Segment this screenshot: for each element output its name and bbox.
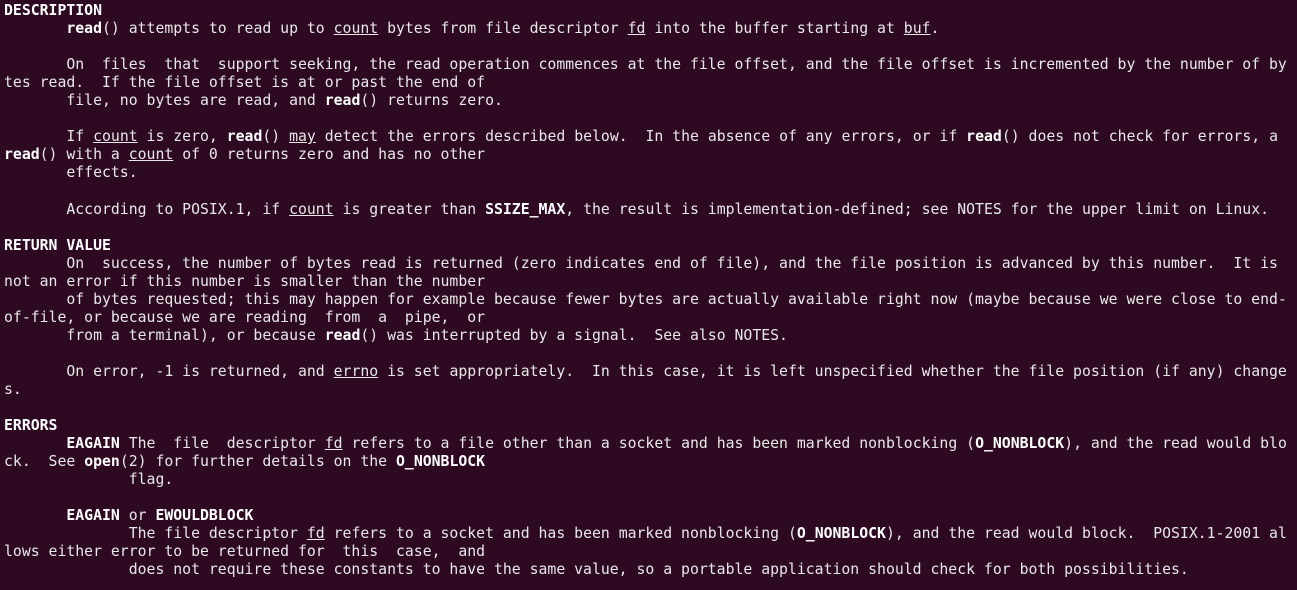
bold-eagain: EAGAIN xyxy=(66,435,119,452)
underline-buf: buf xyxy=(904,20,931,37)
text: from a terminal), or because xyxy=(4,327,325,344)
text: does not require these constants to have… xyxy=(4,561,1189,578)
text: file, no bytes are read, and xyxy=(4,92,325,109)
underline-count: count xyxy=(289,201,334,218)
text: refers to a file other than a socket and… xyxy=(343,435,976,452)
text: () does not check for errors, a xyxy=(1002,128,1287,145)
manpage-terminal[interactable]: DESCRIPTION read() attempts to read up t… xyxy=(0,0,1297,584)
text: effects. xyxy=(4,164,138,181)
text: is zero, xyxy=(138,128,227,145)
section-heading-description: DESCRIPTION xyxy=(4,2,102,19)
text: According to POSIX.1, if xyxy=(4,201,289,218)
bold-read: read xyxy=(4,146,40,163)
bold-ssize-max: SSIZE_MAX xyxy=(485,201,565,218)
bold-read: read xyxy=(66,20,102,37)
bold-open: open xyxy=(84,453,120,470)
text: or xyxy=(120,507,156,524)
text: () xyxy=(262,128,289,145)
text: into the buffer starting at xyxy=(645,20,903,37)
text: On files that support seeking, the read … xyxy=(4,56,1287,91)
underline-fd: fd xyxy=(307,525,325,542)
underline-errno: errno xyxy=(334,363,379,380)
text: refers to a socket and has been marked n… xyxy=(325,525,797,542)
text: On success, the number of bytes read is … xyxy=(4,255,1287,290)
text: detect the errors described below. In th… xyxy=(316,128,966,145)
bold-read: read xyxy=(227,128,263,145)
text: () attempts to read up to xyxy=(102,20,334,37)
text: The file descriptor xyxy=(120,435,325,452)
text: On error, -1 is returned, and xyxy=(4,363,334,380)
text: flag. xyxy=(4,471,173,488)
bold-o-nonblock: O_NONBLOCK xyxy=(797,525,886,542)
text: If xyxy=(4,128,93,145)
bold-read: read xyxy=(325,327,361,344)
text: is greater than xyxy=(334,201,485,218)
text: The file descriptor xyxy=(4,525,307,542)
text: . xyxy=(931,20,940,37)
underline-fd: fd xyxy=(628,20,646,37)
section-heading-errors: ERRORS xyxy=(4,417,57,434)
bold-eagain: EAGAIN xyxy=(66,507,119,524)
bold-o-nonblock: O_NONBLOCK xyxy=(396,453,485,470)
text: of bytes requested; this may happen for … xyxy=(4,291,1287,326)
underline-count: count xyxy=(334,20,379,37)
underline-may: may xyxy=(289,128,316,145)
bold-o-nonblock: O_NONBLOCK xyxy=(975,435,1064,452)
text: () was interrupted by a signal. See also… xyxy=(360,327,788,344)
text: () returns zero. xyxy=(360,92,503,109)
bold-read: read xyxy=(966,128,1002,145)
text: , the result is implementation-defined; … xyxy=(565,201,1269,218)
text: (2) for further details on the xyxy=(120,453,396,470)
text: bytes from file descriptor xyxy=(378,20,627,37)
text: of 0 returns zero and has no other xyxy=(173,146,485,163)
underline-fd: fd xyxy=(325,435,343,452)
bold-ewouldblock: EWOULDBLOCK xyxy=(155,507,253,524)
underline-count: count xyxy=(129,146,174,163)
bold-read: read xyxy=(325,92,361,109)
section-heading-return-value: RETURN VALUE xyxy=(4,237,111,254)
underline-count: count xyxy=(93,128,138,145)
text: () with a xyxy=(40,146,129,163)
